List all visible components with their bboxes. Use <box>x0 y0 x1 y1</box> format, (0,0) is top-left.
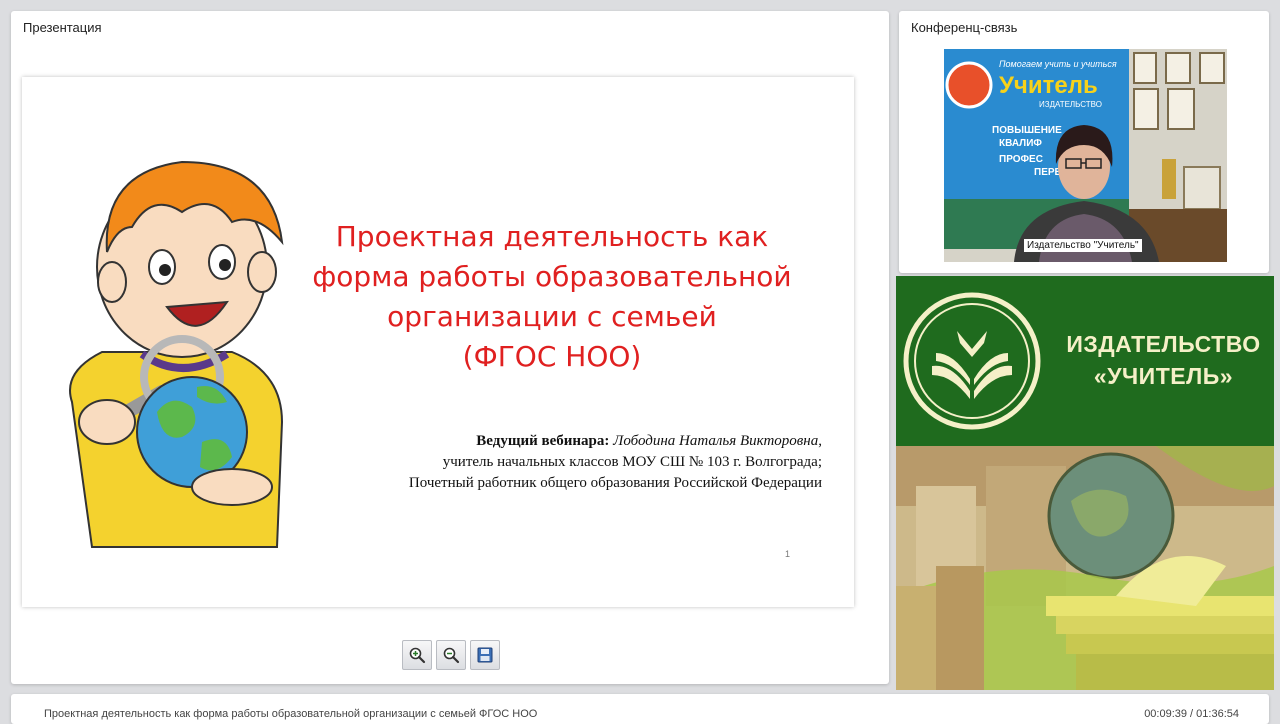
backdrop-item: КВАЛИФ <box>999 138 1042 149</box>
presenter-label: Ведущий вебинара: <box>476 433 610 449</box>
banner-books-image <box>896 446 1274 690</box>
banner-line-1: ИЗДАТЕЛЬСТВО <box>1066 331 1261 357</box>
slide-title-line: организации с семьей <box>387 300 717 333</box>
presenter-name: Лободина Наталья Викторовна <box>613 433 819 449</box>
banner-title: ИЗДАТЕЛЬСТВО «УЧИТЕЛЬ» <box>1056 328 1271 392</box>
conference-panel-title: Конференц-связь <box>911 20 1018 35</box>
playback-time: 00:09:39 / 01:36:54 <box>1144 708 1239 720</box>
backdrop-logo-sub: ИЗДАТЕЛЬСТВО <box>1039 100 1102 109</box>
presenter-line-3: Почетный работник общего образования Рос… <box>408 475 822 491</box>
backdrop-slogan: Помогаем учить и учиться <box>999 59 1117 69</box>
save-icon <box>477 647 493 663</box>
slide-title-line: форма работы образовательной <box>312 260 792 293</box>
zoom-in-button[interactable] <box>402 640 432 670</box>
slide-toolbar <box>402 640 500 670</box>
presenter-line-1: Ведущий вебинара: Лободина Наталья Викто… <box>476 433 822 449</box>
banner-line-2: «УЧИТЕЛЬ» <box>1093 363 1234 389</box>
slide-title: Проектная деятельность как форма работы … <box>292 217 812 377</box>
save-button[interactable] <box>470 640 500 670</box>
presentation-panel-title: Презентация <box>23 20 102 35</box>
slide: Проектная деятельность как форма работы … <box>22 77 854 607</box>
presentation-panel: Презентация Проектная деятельность как ф… <box>11 11 889 684</box>
webcam-scene: Помогаем учить и учиться Учитель ИЗДАТЕЛ… <box>944 49 1227 262</box>
presenter-line-2: учитель начальных классов МОУ СШ № 103 г… <box>442 454 822 470</box>
zoom-out-icon <box>443 647 460 664</box>
webinar-title: Проектная деятельность как форма работы … <box>44 708 538 720</box>
publisher-logo-icon <box>903 292 1041 430</box>
webcam-video[interactable]: Помогаем учить и учиться Учитель ИЗДАТЕЛ… <box>944 49 1227 262</box>
video-participant-label: Издательство "Учитель" <box>1024 239 1142 252</box>
publisher-banner: ИЗДАТЕЛЬСТВО «УЧИТЕЛЬ» <box>896 276 1274 690</box>
backdrop-item: ПЕРЕ <box>1034 167 1062 178</box>
backdrop-item: ПРОФЕС <box>999 154 1043 165</box>
slide-title-line: Проектная деятельность как <box>335 220 769 253</box>
conference-panel: Конференц-связь Помогаем учить и учиться… <box>899 11 1269 273</box>
presenter-info: Ведущий вебинара: Лободина Наталья Викто… <box>322 431 822 494</box>
slide-page-number: 1 <box>785 549 791 559</box>
backdrop-logo-text: Учитель <box>999 72 1098 99</box>
books-and-globe-image <box>896 446 1274 690</box>
slide-title-line: (ФГОС НОО) <box>462 340 642 373</box>
zoom-in-icon <box>409 647 426 664</box>
backdrop-item: ПОВЫШЕНИЕ <box>992 125 1062 136</box>
banner-header: ИЗДАТЕЛЬСТВО «УЧИТЕЛЬ» <box>896 276 1274 446</box>
boy-with-globe-illustration <box>69 160 284 548</box>
zoom-out-button[interactable] <box>436 640 466 670</box>
